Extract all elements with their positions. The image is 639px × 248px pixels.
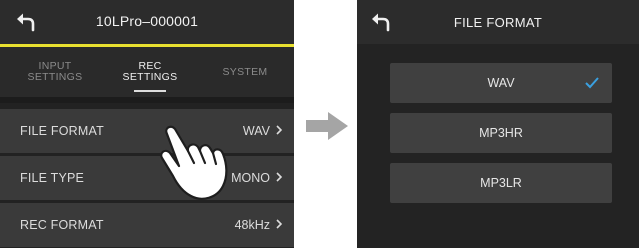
option-label: MP3LR <box>480 176 522 190</box>
option-mp3hr[interactable]: MP3HR <box>390 113 612 153</box>
rec-settings-screen: 10LPro–000001 INPUT SETTINGS REC SETTING… <box>0 0 294 248</box>
chevron-right-icon <box>276 172 283 182</box>
option-label: MP3HR <box>479 126 523 140</box>
row-label: FILE FORMAT <box>20 124 104 138</box>
tab-label-line2: SETTINGS <box>122 71 178 83</box>
option-wav[interactable]: WAV <box>390 63 612 103</box>
tab-input-settings[interactable]: INPUT SETTINGS <box>6 61 104 83</box>
file-format-screen: FILE FORMAT WAV MP3HR MP3LR <box>357 0 639 248</box>
checkmark-icon <box>585 77 599 89</box>
row-label: REC FORMAT <box>20 218 104 232</box>
top-bar: FILE FORMAT <box>357 0 639 44</box>
chevron-right-icon <box>276 125 283 135</box>
chevron-right-icon <box>276 219 283 229</box>
row-value: 48kHz <box>234 218 270 232</box>
tab-system[interactable]: SYSTEM <box>196 67 294 78</box>
tab-rec-settings[interactable]: REC SETTINGS <box>101 61 199 83</box>
tab-label-line1: SYSTEM <box>222 66 268 78</box>
page-title: FILE FORMAT <box>453 15 543 30</box>
device-title: 10LPro–000001 <box>95 13 199 29</box>
row-value: MONO <box>231 171 270 185</box>
back-arrow-icon[interactable] <box>14 10 36 32</box>
settings-tabs: INPUT SETTINGS REC SETTINGS SYSTEM <box>0 47 294 97</box>
back-arrow-icon[interactable] <box>369 10 391 32</box>
tap-hand-icon <box>160 125 228 200</box>
right-arrow-icon <box>306 112 348 140</box>
option-mp3lr[interactable]: MP3LR <box>390 163 612 203</box>
active-tab-indicator <box>134 90 166 92</box>
tab-label-line2: SETTINGS <box>27 71 83 83</box>
row-label: FILE TYPE <box>20 171 85 185</box>
option-label: WAV <box>487 76 515 90</box>
top-bar: 10LPro–000001 <box>0 0 294 44</box>
divider <box>0 97 294 103</box>
row-value: WAV <box>242 124 270 138</box>
row-rec-format[interactable]: REC FORMAT 48kHz <box>0 203 294 247</box>
